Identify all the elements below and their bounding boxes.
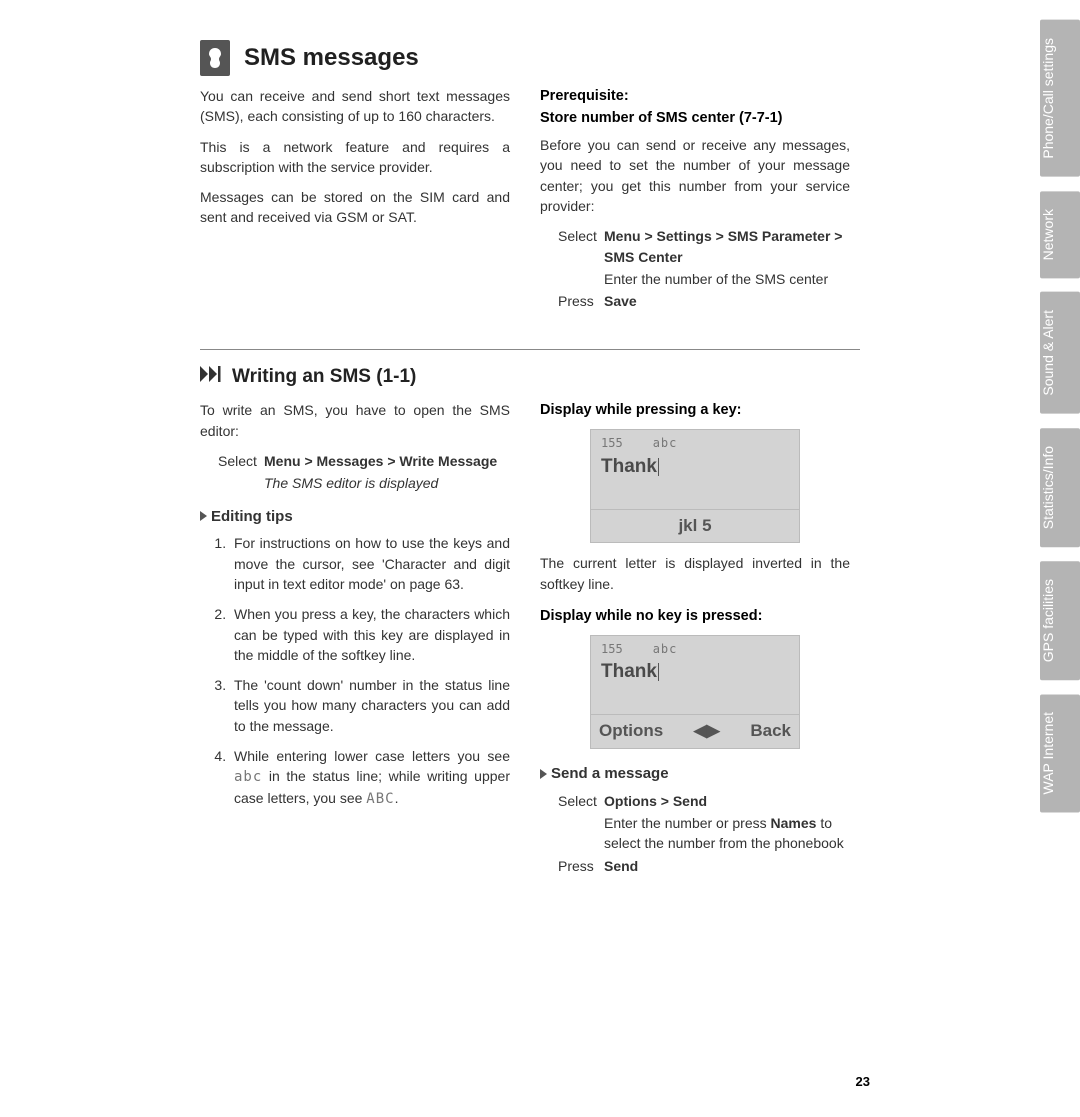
prereq-col: Prerequisite: Store number of SMS center… — [540, 86, 850, 319]
prereq-subtitle: Store number of SMS center (7-7-1) — [540, 108, 850, 129]
send-step3-text: Send — [604, 856, 850, 876]
triangle-icon — [540, 769, 547, 779]
writing-right-col: Display while pressing a key: 155 abc Th… — [540, 400, 850, 884]
send-heading-row: Send a message — [540, 763, 850, 785]
screen1-mode: abc — [653, 435, 678, 452]
step-text-menu-path: Menu > Settings > SMS Parameter > SMS Ce… — [604, 226, 850, 267]
writing-title-row: Writing an SMS (1-1) — [200, 366, 860, 388]
send-step3-label: Press — [558, 856, 604, 876]
step-label-press: Press — [558, 291, 604, 311]
prereq-p1: Before you can send or receive any messa… — [540, 135, 850, 216]
screen2-mode: abc — [653, 641, 678, 658]
screen2-softkey-left: Options — [599, 719, 663, 744]
display2-heading: Display while no key is pressed: — [540, 606, 850, 627]
page-title: SMS messages — [244, 44, 419, 72]
phone-screen-2: 155 abc Thank Options ◀▶ Back — [590, 635, 800, 749]
editing-tips-heading: Editing tips — [200, 506, 510, 528]
send-step2-text: Enter the number or press Names to selec… — [604, 813, 850, 854]
page-number: 23 — [856, 1074, 870, 1089]
tip-1: For instructions on how to use the keys … — [230, 533, 510, 594]
send-step1-label: Select — [558, 791, 604, 811]
sidetab-sound-alert[interactable]: Sound & Alert — [1040, 292, 1080, 414]
sidetab-gps[interactable]: GPS facilities — [1040, 561, 1080, 680]
writing-title: Writing an SMS (1-1) — [232, 366, 416, 388]
writing-step-path: Menu > Messages > Write Message — [264, 451, 510, 471]
screen1-softkey-center: jkl 5 — [678, 514, 711, 539]
step-text-enter-number: Enter the number of the SMS center — [604, 269, 850, 289]
screen2-count: 155 — [601, 641, 623, 658]
fastforward-icon — [200, 366, 222, 388]
intro-col: You can receive and send short text mess… — [200, 86, 510, 319]
step-text-save: Save — [604, 291, 850, 311]
screen2-text: Thank — [601, 661, 657, 682]
screen1-text: Thank — [601, 456, 657, 477]
sidetab-statistics[interactable]: Statistics/Info — [1040, 428, 1080, 547]
sidetab-wap[interactable]: WAP Internet — [1040, 694, 1080, 812]
cursor-icon — [658, 458, 660, 476]
sms-section-icon — [200, 40, 230, 76]
phone-screen-1: 155 abc Thank jkl 5 — [590, 429, 800, 543]
intro-p1: You can receive and send short text mess… — [200, 86, 510, 127]
step-label-select: Select — [558, 226, 604, 267]
writing-left-col: To write an SMS, you have to open the SM… — [200, 400, 510, 884]
send-heading: Send a message — [551, 763, 669, 785]
sidetab-phone-call[interactable]: Phone/Call settings — [1040, 20, 1080, 177]
divider — [200, 349, 860, 350]
side-tabs: Phone/Call settings Network Sound & Aler… — [1040, 20, 1080, 813]
writing-step-select: Select — [218, 451, 264, 471]
section-title: SMS messages — [200, 40, 860, 76]
intro-p2: This is a network feature and requires a… — [200, 137, 510, 178]
sidetab-network[interactable]: Network — [1040, 191, 1080, 278]
send-step1-text: Options > Send — [604, 791, 850, 811]
display1-heading: Display while pressing a key: — [540, 400, 850, 421]
screen2-softkey-right: Back — [750, 719, 791, 744]
editing-tips-list: For instructions on how to use the keys … — [200, 533, 510, 809]
prereq-title: Prerequisite: — [540, 86, 850, 107]
writing-step-result: The SMS editor is displayed — [264, 473, 510, 493]
screen1-count: 155 — [601, 435, 623, 452]
cursor-icon — [658, 663, 660, 681]
tip-3: The 'count down' number in the status li… — [230, 675, 510, 736]
tip-4: While entering lower case letters you se… — [230, 746, 510, 809]
display1-caption: The current letter is displayed inverted… — [540, 553, 850, 594]
triangle-icon — [200, 511, 207, 521]
tip-2: When you press a key, the characters whi… — [230, 604, 510, 665]
intro-p3: Messages can be stored on the SIM card a… — [200, 187, 510, 228]
screen2-softkey-mid: ◀▶ — [694, 719, 720, 744]
writing-intro: To write an SMS, you have to open the SM… — [200, 400, 510, 441]
